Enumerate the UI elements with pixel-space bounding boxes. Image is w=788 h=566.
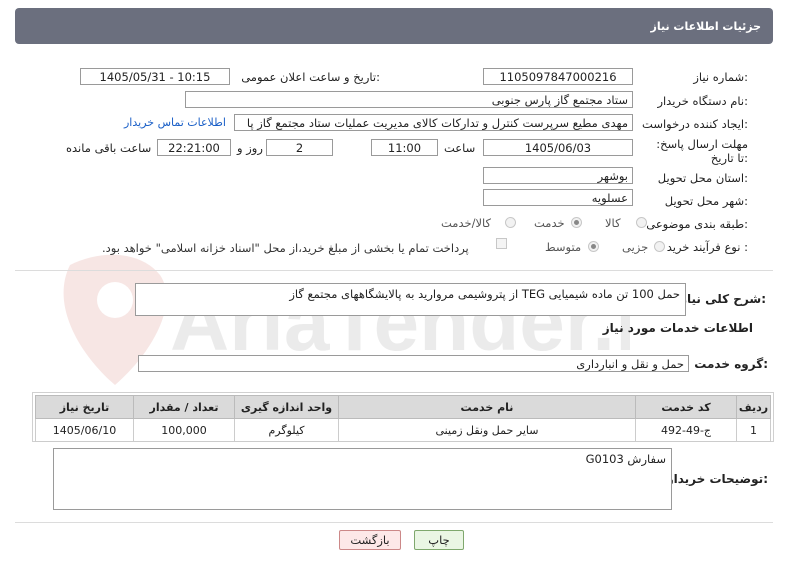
days-label: روز و	[237, 141, 263, 155]
col-service-name: نام خدمت	[338, 395, 636, 419]
process-option-medium: متوسط	[545, 240, 582, 254]
services-section-title: اطلاعات خدمات مورد نیاز	[602, 321, 753, 335]
services-table-wrap: ردیف کد خدمت نام خدمت واحد اندازه گیری ت…	[32, 392, 774, 442]
cell-service-code: ج-49-492	[635, 418, 737, 442]
need-number-field[interactable]: 1105097847000216	[483, 68, 633, 85]
deadline-label: مهلت ارسال پاسخ: تا تاریخ:	[656, 137, 748, 165]
process-radio-medium[interactable]	[588, 241, 599, 252]
creator-field[interactable]: مهدی مطیع سرپرست کنترل و تدارکات کالای م…	[234, 114, 633, 131]
print-button[interactable]: چاپ	[414, 530, 464, 550]
cell-quantity: 100,000	[133, 418, 235, 442]
category-radio-goods[interactable]	[636, 217, 647, 228]
description-field[interactable]: حمل 100 تن ماده شیمیایی TEG از پتروشیمی …	[135, 283, 686, 316]
creator-label: ایجاد کننده درخواست:	[642, 117, 748, 131]
col-need-date: تاریخ نیاز	[35, 395, 134, 419]
table-row[interactable]: 1 ج-49-492 سایر حمل ونقل زمینی کیلوگرم 1…	[35, 418, 771, 442]
process-option-minor: جزیی	[622, 240, 649, 254]
process-radio-minor[interactable]	[654, 241, 665, 252]
announce-label: تاریخ و ساعت اعلان عمومی:	[241, 70, 380, 84]
remaining-label: ساعت باقی مانده	[66, 141, 152, 155]
col-quantity: تعداد / مقدار	[133, 395, 235, 419]
col-row-number: ردیف	[736, 395, 771, 419]
cell-unit: کیلوگرم	[234, 418, 339, 442]
category-radio-both[interactable]	[505, 217, 516, 228]
description-label: شرح کلی نیاز:	[680, 292, 766, 306]
buyer-org-field[interactable]: ستاد مجتمع گاز پارس جنوبی	[185, 91, 633, 108]
deadline-date-field[interactable]: 1405/06/03	[483, 139, 633, 156]
deadline-time-label: ساعت	[444, 141, 476, 155]
buyer-notes-field[interactable]: سفارش G0103	[53, 448, 672, 510]
service-group-field[interactable]: حمل و نقل و انبارداری	[138, 355, 689, 372]
footer-divider	[15, 522, 773, 523]
announce-field[interactable]: 1405/05/31 - 10:15	[80, 68, 230, 85]
page-title: جزئیات اطلاعات نیاز	[650, 20, 762, 33]
panel-header: جزئیات اطلاعات نیاز	[15, 8, 773, 44]
category-option-goods: کالا	[605, 216, 621, 230]
category-option-both: کالا/خدمت	[441, 216, 492, 230]
table-header-row: ردیف کد خدمت نام خدمت واحد اندازه گیری ت…	[35, 395, 771, 419]
category-label: طبقه بندی موضوعی:	[646, 217, 748, 231]
remaining-time-field[interactable]: 22:21:00	[157, 139, 231, 156]
cell-row-number: 1	[736, 418, 771, 442]
need-number-label: شماره نیاز:	[693, 70, 748, 84]
treasury-payment-checkbox[interactable]	[496, 238, 507, 249]
category-radio-service[interactable]	[571, 217, 582, 228]
watermark: AriaTender.net	[30, 245, 738, 395]
treasury-payment-note: پرداخت تمام یا بخشی از مبلغ خرید،از محل …	[102, 241, 469, 255]
watermark-logo-icon: AriaTender.net	[63, 254, 738, 385]
service-group-label: گروه خدمت:	[694, 357, 768, 371]
cell-service-name: سایر حمل ونقل زمینی	[338, 418, 636, 442]
contact-info-link[interactable]: اطلاعات تماس خریدار	[124, 116, 226, 129]
col-unit: واحد اندازه گیری	[234, 395, 339, 419]
province-field[interactable]: بوشهر	[483, 167, 633, 184]
section-divider	[15, 270, 773, 271]
city-label: شهر محل تحویل:	[664, 194, 748, 208]
buyer-notes-label: توضیحات خریدار:	[666, 472, 768, 486]
deadline-time-field[interactable]: 11:00	[371, 139, 438, 156]
back-button[interactable]: بازگشت	[339, 530, 401, 550]
cell-need-date: 1405/06/10	[35, 418, 134, 442]
category-option-service: خدمت	[534, 216, 565, 230]
buyer-org-label: نام دستگاه خریدار:	[657, 94, 748, 108]
process-label: نوع فرآیند خرید :	[666, 240, 748, 254]
col-service-code: کد خدمت	[635, 395, 737, 419]
province-label: استان محل تحویل:	[657, 171, 748, 185]
days-field[interactable]: 2	[266, 139, 333, 156]
services-table: ردیف کد خدمت نام خدمت واحد اندازه گیری ت…	[35, 395, 771, 442]
city-field[interactable]: عسلویه	[483, 189, 633, 206]
